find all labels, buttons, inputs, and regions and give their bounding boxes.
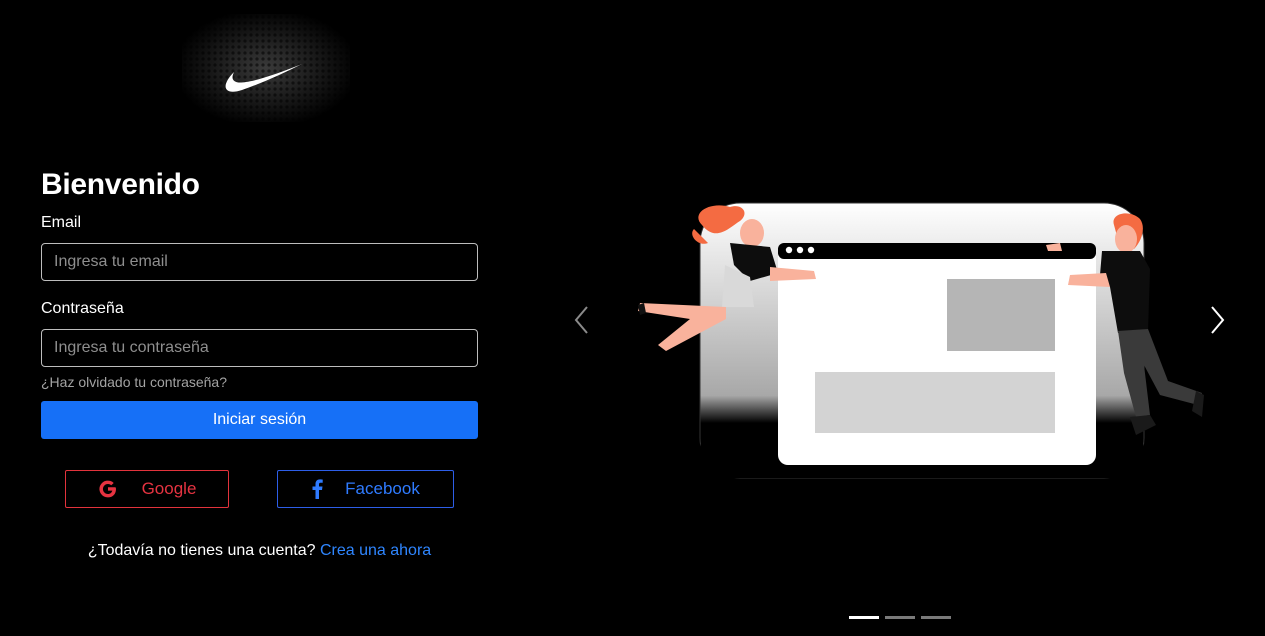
google-label: Google [141, 479, 197, 498]
email-field[interactable] [41, 243, 478, 281]
carousel-indicators [849, 616, 951, 619]
email-label: Email [41, 214, 82, 231]
carousel-dot-2[interactable] [885, 616, 915, 619]
forgot-password-link[interactable]: ¿Haz olvidado tu contraseña? [41, 374, 478, 390]
password-field[interactable] [41, 329, 478, 367]
login-form: Bienvenido Email Contraseña ¿Haz olvidad… [41, 168, 478, 439]
password-label: Contraseña [41, 300, 124, 317]
chevron-left-icon [574, 306, 588, 334]
collaboration-illustration [638, 202, 1204, 479]
google-login-button[interactable]: Google [65, 470, 229, 508]
nike-swoosh-icon [182, 14, 350, 122]
google-icon [98, 479, 118, 499]
brand-logo [182, 14, 350, 122]
page-title: Bienvenido [41, 168, 200, 201]
facebook-icon [311, 479, 323, 499]
carousel-dot-3[interactable] [921, 616, 951, 619]
signup-prompt: ¿Todavía no tienes una cuenta? Crea una … [41, 542, 478, 560]
carousel-illustration [630, 195, 1210, 490]
facebook-login-button[interactable]: Facebook [277, 470, 454, 508]
carousel-dot-1[interactable] [849, 616, 879, 619]
login-button[interactable]: Iniciar sesión [41, 401, 478, 439]
facebook-label: Facebook [345, 479, 420, 498]
signup-link[interactable]: Crea una ahora [320, 542, 431, 559]
carousel-prev-button[interactable] [570, 303, 594, 337]
signup-text: ¿Todavía no tienes una cuenta? [87, 542, 316, 559]
